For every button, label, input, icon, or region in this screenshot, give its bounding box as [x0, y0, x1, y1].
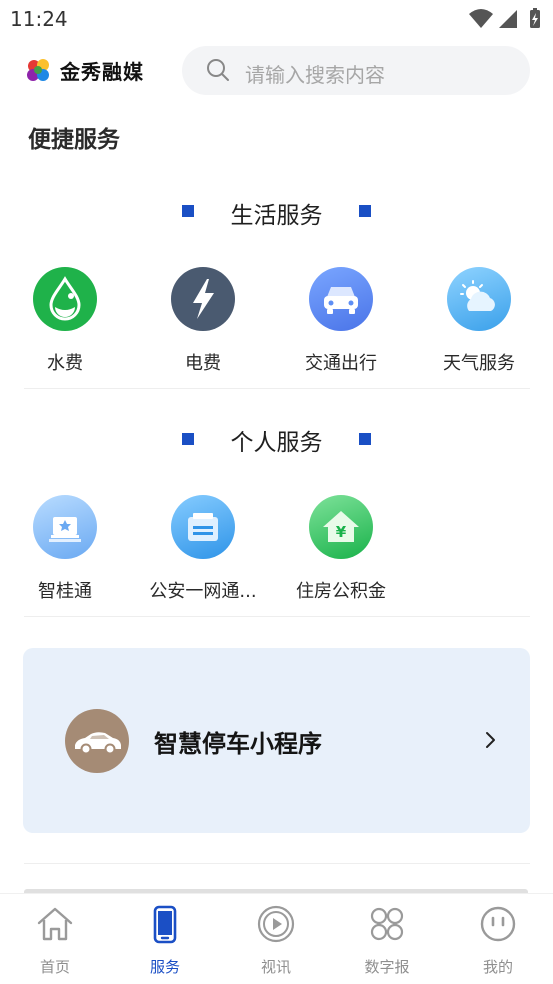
section-header-life: 生活服务: [0, 196, 553, 236]
section-marker-right: [359, 433, 371, 445]
phone-icon: [153, 905, 177, 944]
car-icon: [65, 709, 129, 773]
tab-label: 服务: [149, 958, 180, 976]
service-item-water[interactable]: 水费: [15, 267, 115, 387]
page-title: 便捷服务: [28, 127, 120, 153]
service-label: 交通出行: [305, 353, 377, 374]
battery-icon: [530, 8, 540, 28]
app-logo[interactable]: 金秀融媒: [24, 56, 152, 86]
tab-mine[interactable]: 我的: [443, 894, 553, 984]
service-label: 智桂通: [38, 581, 92, 602]
tab-home[interactable]: 首页: [0, 894, 110, 984]
tab-label: 我的: [482, 958, 513, 976]
service-item-electricity[interactable]: 电费: [153, 267, 253, 387]
logo-icon: [27, 59, 49, 81]
status-time: 11:24: [10, 7, 68, 31]
signal-icon: [499, 10, 517, 28]
section-header-personal: 个人服务: [0, 423, 553, 463]
divider: [24, 388, 530, 389]
service-label: 水费: [47, 353, 83, 374]
play-icon: [257, 905, 295, 943]
service-label: 住房公积金: [296, 581, 386, 602]
building-icon: [33, 495, 97, 559]
tab-label: 首页: [39, 958, 70, 976]
car-icon: [309, 267, 373, 331]
service-item-weather[interactable]: 天气服务: [429, 267, 529, 387]
divider: [24, 616, 530, 617]
service-label: 天气服务: [443, 353, 515, 374]
banner-title: 智慧停车小程序: [154, 730, 322, 758]
bottom-tab-bar: 首页 服务 视讯 数字报 我的: [0, 893, 553, 984]
tab-digital-newspaper[interactable]: 数字报: [332, 894, 442, 984]
search-icon: [207, 59, 229, 81]
section-title: 生活服务: [230, 203, 323, 229]
grid-icon: [370, 907, 404, 941]
service-item-police[interactable]: 公安一网通...: [149, 495, 257, 615]
header: 金秀融媒 请输入搜索内容: [0, 44, 553, 98]
svg-text:¥: ¥: [336, 523, 347, 541]
section-marker-right: [359, 205, 371, 217]
service-item-zhiguitong[interactable]: 智桂通: [15, 495, 115, 615]
water-drop-icon: [33, 267, 97, 331]
divider: [24, 863, 530, 864]
search-input[interactable]: 请输入搜索内容: [182, 46, 530, 95]
lightning-icon: [171, 267, 235, 331]
tab-label: 视讯: [260, 958, 291, 976]
weather-icon: [447, 267, 511, 331]
tab-service[interactable]: 服务: [110, 894, 220, 984]
home-icon: [37, 907, 73, 941]
chevron-right-icon: [486, 732, 495, 748]
section-title: 个人服务: [230, 430, 323, 456]
status-icons: [467, 8, 545, 34]
service-label: 电费: [185, 353, 221, 374]
id-card-icon: [171, 495, 235, 559]
smiley-icon: [480, 906, 516, 942]
smart-parking-banner[interactable]: 智慧停车小程序: [23, 648, 530, 833]
wifi-icon: [469, 9, 493, 28]
status-bar: 11:24: [0, 0, 553, 38]
service-item-traffic[interactable]: 交通出行: [291, 267, 391, 387]
search-placeholder: 请输入搜索内容: [245, 63, 385, 87]
service-item-housing-fund[interactable]: ¥ 住房公积金: [291, 495, 391, 615]
logo-text: 金秀融媒: [60, 60, 144, 84]
tab-video[interactable]: 视讯: [221, 894, 331, 984]
house-yuan-icon: ¥: [309, 495, 373, 559]
tab-label: 数字报: [364, 958, 410, 976]
service-label: 公安一网通...: [149, 581, 257, 602]
